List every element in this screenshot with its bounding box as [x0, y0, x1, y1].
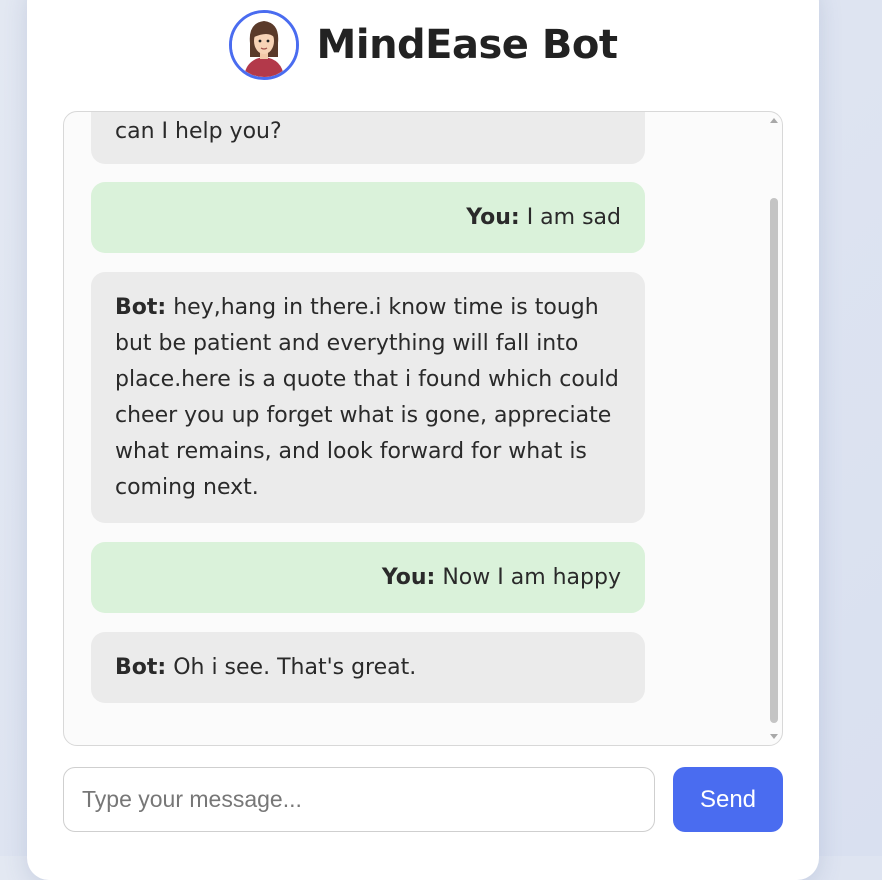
user-message: You: Now I am happy [91, 542, 645, 613]
send-button[interactable]: Send [673, 767, 783, 832]
bot-message: Bot: Oh i see. That's great. [91, 632, 645, 703]
bot-avatar-icon [228, 10, 299, 80]
message-sender-label: You: [381, 565, 436, 590]
user-message: You: I am sad [91, 182, 645, 253]
scroll-up-icon[interactable] [770, 118, 778, 123]
message-sender-label: Bot: [115, 655, 167, 680]
header: MindEase Bot [27, 0, 819, 90]
page-title: MindEase Bot [316, 22, 618, 68]
message-sender-label: You: [466, 205, 520, 230]
chat-scrollbar[interactable] [769, 116, 779, 741]
message-sender-label: Bot: [115, 295, 167, 320]
message-text: I am sad [526, 205, 621, 230]
message-text: can I help you? [115, 119, 282, 144]
message-text: Now I am happy [442, 565, 621, 590]
scroll-thumb[interactable] [770, 198, 778, 723]
chat-card: MindEase Bot can I help you? You: I am s… [27, 0, 819, 880]
message-input[interactable] [63, 767, 655, 832]
bot-message: can I help you? [91, 112, 645, 164]
bot-message: Bot: hey,hang in there.i know time is to… [91, 272, 645, 523]
message-text: Oh i see. That's great. [173, 655, 417, 680]
chat-log[interactable]: can I help you? You: I am sad Bot: hey,h… [63, 111, 783, 746]
scroll-down-icon[interactable] [770, 734, 778, 739]
message-text: hey,hang in there.i know time is tough b… [115, 295, 619, 500]
woman-avatar-icon [231, 13, 296, 77]
